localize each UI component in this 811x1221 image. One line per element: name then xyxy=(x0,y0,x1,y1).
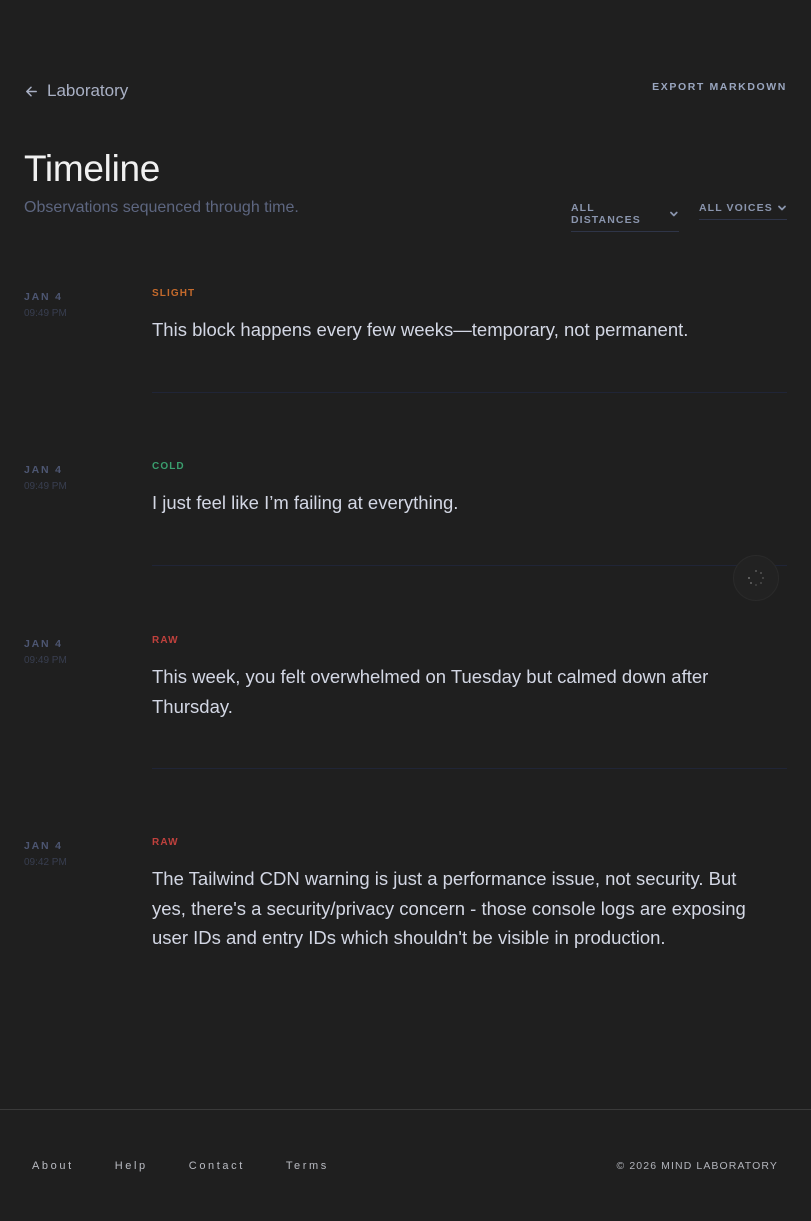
entry-time: 09:49 PM xyxy=(24,308,67,319)
entry-text: The Tailwind CDN warning is just a perfo… xyxy=(152,868,746,948)
voice-filter-dropdown[interactable]: ALL VOICES xyxy=(699,202,787,220)
loading-spinner-icon xyxy=(748,570,764,586)
arrow-left-icon xyxy=(26,86,37,96)
footer: About Help Contact Terms © 2026 MIND LAB… xyxy=(0,1109,811,1221)
back-link[interactable]: Laboratory xyxy=(24,81,128,101)
entry-time: 09:42 PM xyxy=(24,857,67,868)
entry-date: JAN 4 xyxy=(24,291,63,303)
back-link-label: Laboratory xyxy=(47,81,129,100)
entry-divider xyxy=(152,768,787,769)
entry-date: JAN 4 xyxy=(24,840,63,852)
footer-link-terms[interactable]: Terms xyxy=(286,1160,329,1172)
chevron-down-icon xyxy=(670,211,678,217)
page-title: Timeline xyxy=(24,148,161,189)
entry-distance-tag: RAW xyxy=(152,635,179,646)
timeline-page: Laboratory EXPORT MARKDOWN Timeline Obse… xyxy=(0,0,811,1221)
footer-links: About Help Contact Terms xyxy=(32,1160,370,1172)
loading-spinner-button[interactable] xyxy=(733,555,779,601)
entry-divider xyxy=(152,392,787,393)
entry-time: 09:49 PM xyxy=(24,481,67,492)
footer-link-contact[interactable]: Contact xyxy=(189,1160,245,1172)
voice-filter-label: ALL VOICES xyxy=(699,202,773,214)
export-markdown-button[interactable]: EXPORT MARKDOWN xyxy=(652,81,787,93)
entry-distance-tag: RAW xyxy=(152,837,179,848)
footer-link-help[interactable]: Help xyxy=(115,1160,148,1172)
chevron-down-icon xyxy=(777,205,786,211)
entry-distance-tag: SLIGHT xyxy=(152,288,196,299)
entry-text: I just feel like I’m failing at everythi… xyxy=(152,492,459,513)
entry-time: 09:49 PM xyxy=(24,655,67,666)
distance-filter-dropdown[interactable]: ALL DISTANCES xyxy=(571,202,679,232)
page-subtitle: Observations sequenced through time. xyxy=(24,199,299,216)
entry-date: JAN 4 xyxy=(24,464,63,476)
entry-distance-tag: COLD xyxy=(152,461,185,472)
copyright-text: © 2026 MIND LABORATORY xyxy=(616,1160,778,1172)
entry-text: This week, you felt overwhelmed on Tuesd… xyxy=(152,666,709,717)
entry-text: This block happens every few weeks—tempo… xyxy=(152,319,689,340)
footer-link-about[interactable]: About xyxy=(32,1160,74,1172)
distance-filter-label: ALL DISTANCES xyxy=(571,202,641,226)
entry-divider xyxy=(152,565,787,566)
entry-date: JAN 4 xyxy=(24,638,63,650)
